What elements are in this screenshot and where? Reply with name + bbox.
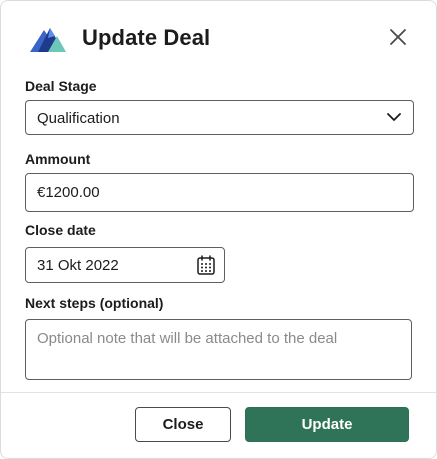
update-deal-dialog: Update Deal Deal Stage Qualification Amm… [0,0,437,459]
close-date-picker[interactable]: 31 Okt 2022 [25,247,225,283]
amount-value: €1200.00 [37,184,100,201]
deal-stage-select[interactable]: Qualification [25,100,414,135]
app-logo-icon [30,28,66,52]
update-button[interactable]: Update [245,407,409,442]
next-steps-placeholder: Optional note that will be attached to t… [37,330,338,347]
close-icon[interactable] [388,27,408,47]
next-steps-textarea[interactable]: Optional note that will be attached to t… [25,319,412,380]
deal-stage-value: Qualification [37,110,120,127]
deal-stage-label: Deal Stage [25,78,97,94]
amount-input[interactable]: €1200.00 [25,173,414,212]
next-steps-label: Next steps (optional) [25,295,164,311]
close-date-label: Close date [25,222,96,238]
calendar-icon[interactable] [196,255,216,276]
close-button[interactable]: Close [135,407,231,442]
close-date-value: 31 Okt 2022 [37,257,119,274]
footer-divider [1,392,436,393]
amount-label: Ammount [25,151,91,167]
chevron-down-icon [387,113,401,121]
dialog-title: Update Deal [82,25,211,50]
dialog-header: Update Deal [1,1,436,75]
